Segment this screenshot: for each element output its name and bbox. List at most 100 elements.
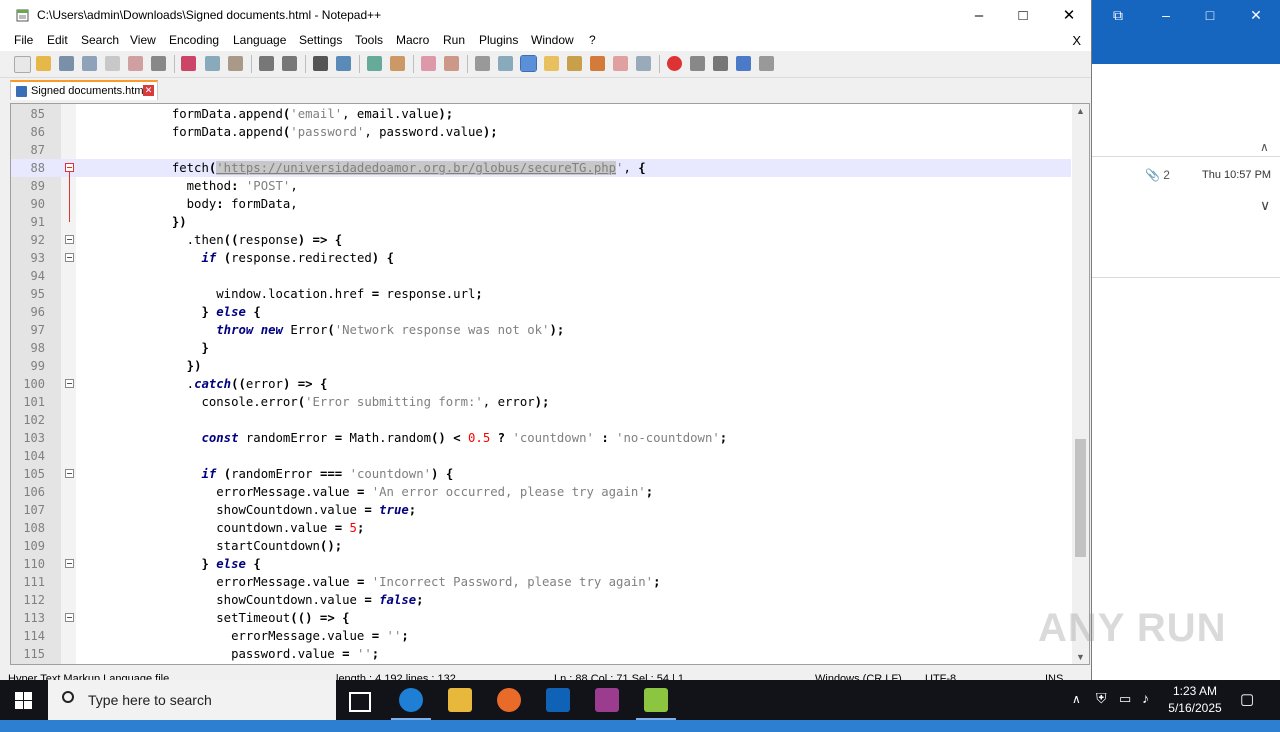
folder-workspace-icon[interactable]	[613, 56, 628, 71]
task-view-icon[interactable]	[349, 692, 371, 712]
code-line[interactable]: 97 throw new Error('Network response was…	[11, 321, 1071, 339]
close-tab-icon[interactable]: ✕	[143, 85, 154, 96]
vertical-scrollbar[interactable]: ▲ ▼	[1072, 104, 1089, 664]
outlook-icon[interactable]	[546, 688, 570, 712]
word-wrap-icon[interactable]	[475, 56, 490, 71]
restore-icon[interactable]: ⧉	[1106, 6, 1130, 24]
menu-settings[interactable]: Settings	[299, 33, 342, 47]
menu-run[interactable]: Run	[443, 33, 465, 47]
minimize-button[interactable]: –	[956, 0, 1002, 31]
code-line[interactable]: 113 setTimeout(() => {	[11, 609, 1071, 627]
copy-icon[interactable]	[205, 56, 220, 71]
menu-plugins[interactable]: Plugins	[479, 33, 518, 47]
volume-icon[interactable]: ♪	[1142, 690, 1149, 730]
show-all-chars-icon[interactable]	[498, 56, 513, 71]
chevron-up-icon[interactable]: ∧	[1260, 140, 1269, 154]
menu-view[interactable]: View	[130, 33, 156, 47]
menu-file[interactable]: File	[14, 33, 33, 47]
maximize-icon[interactable]: □	[1198, 6, 1222, 24]
chevron-up-icon[interactable]: ∧	[1072, 692, 1081, 732]
scrollbar-thumb[interactable]	[1075, 439, 1086, 557]
code-line[interactable]: 115 password.value = '';	[11, 645, 1071, 663]
file-explorer-icon[interactable]	[448, 688, 472, 712]
code-line[interactable]: 109 startCountdown();	[11, 537, 1071, 555]
code-line[interactable]: 106 errorMessage.value = 'An error occur…	[11, 483, 1071, 501]
menu-tools[interactable]: Tools	[355, 33, 383, 47]
close-icon[interactable]: ✕	[1244, 6, 1268, 24]
menu-macro[interactable]: Macro	[396, 33, 429, 47]
record-macro-icon[interactable]	[667, 56, 682, 71]
save-macro-icon[interactable]	[759, 56, 774, 71]
network-icon[interactable]: ▭	[1119, 691, 1131, 731]
code-line[interactable]: 105 if (randomError === 'countdown') {	[11, 465, 1071, 483]
notepadpp-icon[interactable]	[636, 688, 676, 720]
tab-signed-documents[interactable]: Signed documents.html ✕	[10, 80, 158, 100]
find-icon[interactable]	[313, 56, 328, 71]
windows-start-icon[interactable]	[0, 680, 48, 720]
code-line[interactable]: 94	[11, 267, 1071, 285]
play-macro-icon[interactable]	[713, 56, 728, 71]
code-line[interactable]: 87	[11, 141, 1071, 159]
code-line[interactable]: 88 fetch('https://universidadedoamor.org…	[11, 159, 1071, 177]
code-line[interactable]: 93 if (response.redirected) {	[11, 249, 1071, 267]
code-line[interactable]: 104	[11, 447, 1071, 465]
chevron-down-icon[interactable]: ∨	[1260, 197, 1270, 214]
code-line[interactable]: 89 method: 'POST',	[11, 177, 1071, 195]
menu-search[interactable]: Search	[81, 33, 119, 47]
stop-macro-icon[interactable]	[690, 56, 705, 71]
save-all-icon[interactable]	[82, 56, 97, 71]
code-line[interactable]: 90 body: formData,	[11, 195, 1071, 213]
run-macro-multiple-icon[interactable]	[736, 56, 751, 71]
close-button[interactable]: ✕	[1046, 0, 1092, 31]
fold-toggle-icon[interactable]	[65, 379, 74, 388]
replace-icon[interactable]	[336, 56, 351, 71]
code-line[interactable]: 110 } else {	[11, 555, 1071, 573]
fold-toggle-icon[interactable]	[65, 469, 74, 478]
fold-toggle-icon[interactable]	[65, 163, 74, 172]
firefox-icon[interactable]	[497, 688, 521, 712]
close-all-icon[interactable]	[128, 56, 143, 71]
save-icon[interactable]	[59, 56, 74, 71]
open-file-icon[interactable]	[36, 56, 51, 71]
fold-toggle-icon[interactable]	[65, 253, 74, 262]
code-line[interactable]: 98 }	[11, 339, 1071, 357]
print-icon[interactable]	[151, 56, 166, 71]
winrar-icon[interactable]	[595, 688, 619, 712]
menu-help[interactable]: ?	[589, 33, 596, 47]
code-line[interactable]: 99 })	[11, 357, 1071, 375]
code-line[interactable]: 91 })	[11, 213, 1071, 231]
undo-icon[interactable]	[259, 56, 274, 71]
scroll-up-icon[interactable]: ▲	[1072, 106, 1089, 116]
code-line[interactable]: 100 .catch((error) => {	[11, 375, 1071, 393]
doc-map-icon[interactable]	[567, 56, 582, 71]
code-line[interactable]: 108 countdown.value = 5;	[11, 519, 1071, 537]
maximize-button[interactable]: □	[1000, 0, 1046, 31]
code-line[interactable]: 107 showCountdown.value = true;	[11, 501, 1071, 519]
menu-encoding[interactable]: Encoding	[169, 33, 219, 47]
code-line[interactable]: 86 formData.append('password', password.…	[11, 123, 1071, 141]
code-line[interactable]: 92 .then((response) => {	[11, 231, 1071, 249]
sync-vertical-icon[interactable]	[421, 56, 436, 71]
menu-window[interactable]: Window	[531, 33, 574, 47]
code-line[interactable]: 96 } else {	[11, 303, 1071, 321]
language-icon[interactable]	[544, 56, 559, 71]
code-line[interactable]: 85 formData.append('email', email.value)…	[11, 105, 1071, 123]
code-line[interactable]: 102	[11, 411, 1071, 429]
code-line[interactable]: 95 window.location.href = response.url;	[11, 285, 1071, 303]
indent-guide-icon[interactable]	[520, 55, 537, 72]
close-document-button[interactable]: X	[1072, 33, 1081, 48]
taskbar-clock[interactable]: 1:23 AM 5/16/2025	[1164, 683, 1226, 717]
redo-icon[interactable]	[282, 56, 297, 71]
code-line[interactable]: 103 const randomError = Math.random() < …	[11, 429, 1071, 447]
new-file-icon[interactable]	[14, 56, 31, 73]
notification-icon[interactable]: ▢	[1240, 690, 1254, 730]
taskbar-search-box[interactable]: Type here to search	[48, 680, 336, 720]
fold-toggle-icon[interactable]	[65, 613, 74, 622]
function-list-icon[interactable]	[590, 56, 605, 71]
code-line[interactable]: 114 errorMessage.value = '';	[11, 627, 1071, 645]
menu-language[interactable]: Language	[233, 33, 286, 47]
fold-toggle-icon[interactable]	[65, 235, 74, 244]
paste-icon[interactable]	[228, 56, 243, 71]
monitoring-icon[interactable]	[636, 56, 651, 71]
code-line[interactable]: 112 showCountdown.value = false;	[11, 591, 1071, 609]
